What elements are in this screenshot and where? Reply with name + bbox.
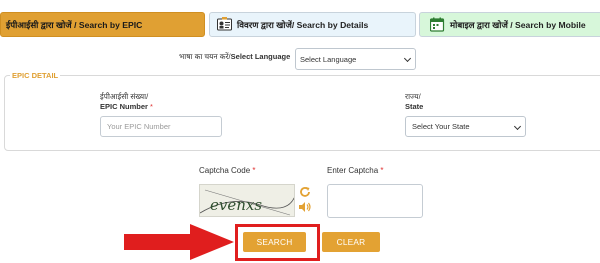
chevron-down-icon [403, 54, 412, 63]
refresh-icon[interactable] [299, 186, 311, 200]
language-select-value: Select Language [300, 54, 357, 64]
required-mark: * [150, 102, 153, 111]
search-button[interactable]: SEARCH [243, 232, 306, 252]
tab-label: ईपीआईसी द्वारा खोजें / Search by EPIC [6, 19, 143, 30]
mobile-calendar-icon [429, 17, 445, 34]
audio-speaker-icon[interactable] [298, 201, 312, 215]
captcha-image: evenxs [199, 184, 295, 217]
required-mark: * [252, 166, 256, 175]
epic-number-input[interactable]: Your EPIC Number [100, 116, 222, 137]
clear-button[interactable]: CLEAR [322, 232, 380, 252]
language-label-en: Select Language [230, 52, 291, 61]
language-label: भाषा का चयन करें/Select Language [179, 52, 290, 62]
state-label: राज्य/ State [405, 92, 423, 112]
required-mark: * [380, 166, 384, 175]
epic-number-label: ईपीआईसी संख्या/ EPIC Number * [100, 92, 153, 112]
chevron-down-icon [513, 122, 522, 130]
tab-label: विवरण द्वारा खोजें/ Search by Details [237, 19, 369, 30]
epic-number-label-en: EPIC Number [100, 102, 148, 111]
captcha-code-label: Captcha Code * [199, 166, 256, 176]
epic-detail-panel [4, 75, 600, 151]
pointer-arrow-icon [124, 224, 236, 262]
captcha-text: evenxs [210, 196, 262, 214]
language-label-hi: भाषा का चयन करें/ [179, 52, 231, 61]
state-select-value: Select Your State [412, 122, 470, 131]
details-card-icon [217, 17, 232, 34]
epic-number-label-hi: ईपीआईसी संख्या/ [100, 92, 149, 101]
tab-search-by-details[interactable]: विवरण द्वारा खोजें/ Search by Details [209, 12, 416, 37]
tab-search-by-epic[interactable]: ईपीआईसी द्वारा खोजें / Search by EPIC [0, 12, 205, 37]
epic-number-placeholder: Your EPIC Number [107, 122, 171, 131]
enter-captcha-label-text: Enter Captcha [327, 166, 379, 175]
enter-captcha-label: Enter Captcha * [327, 166, 384, 176]
state-label-en: State [405, 102, 424, 111]
state-select[interactable]: Select Your State [405, 116, 526, 137]
epic-detail-legend: EPIC DETAIL [10, 71, 61, 80]
language-select[interactable]: Select Language [295, 48, 416, 70]
captcha-input[interactable] [327, 184, 423, 218]
captcha-code-label-text: Captcha Code [199, 166, 251, 175]
tab-label: मोबाइल द्वारा खोजें / Search by Mobile [450, 19, 586, 30]
tab-search-by-mobile[interactable]: मोबाइल द्वारा खोजें / Search by Mobile [419, 12, 600, 37]
state-label-hi: राज्य/ [405, 92, 421, 101]
